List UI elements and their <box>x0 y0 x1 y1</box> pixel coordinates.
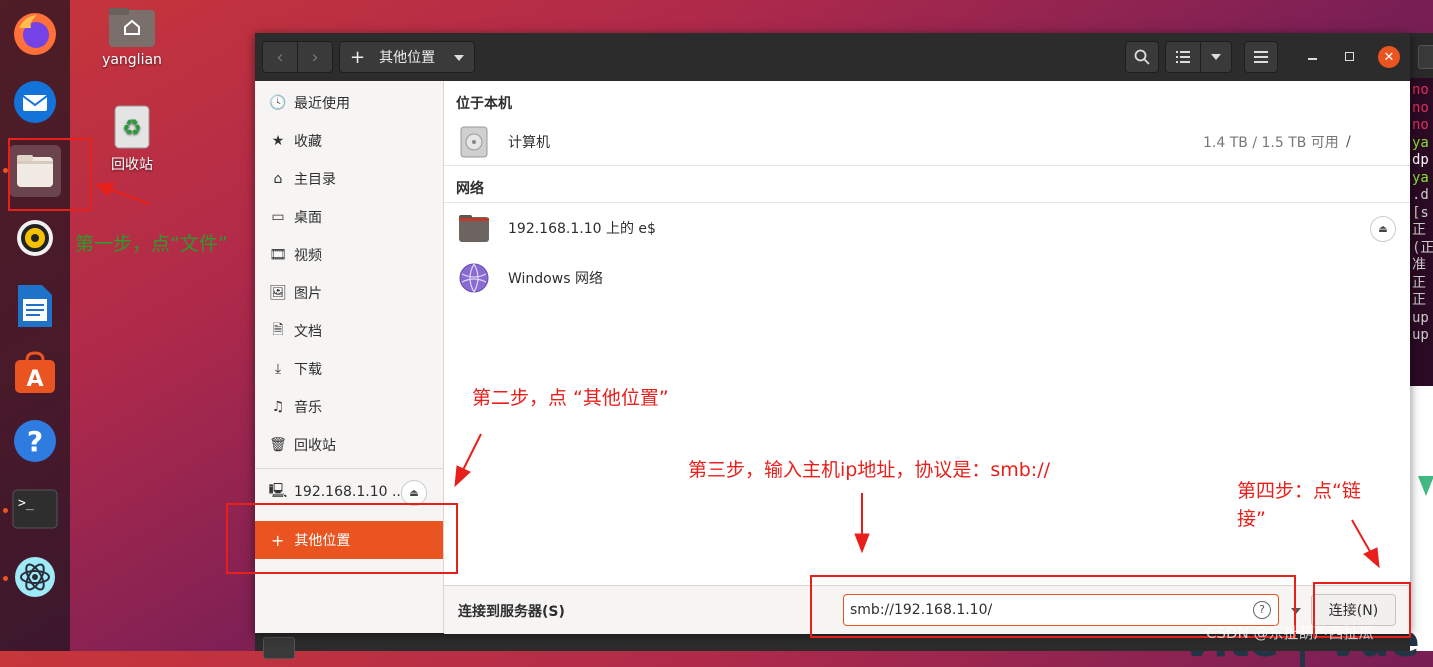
arrow-head <box>454 465 471 488</box>
annotation-arrows <box>94 182 1380 569</box>
arrow-head <box>94 182 115 197</box>
watermark: CSDN @东扯葫芦西扯瓜 <box>1206 624 1374 642</box>
arrow-step4 <box>1351 519 1373 556</box>
arrow-head <box>1363 547 1380 569</box>
arrow-head <box>854 533 870 554</box>
arrow-step2 <box>461 433 482 473</box>
arrow-step1 <box>105 187 151 205</box>
